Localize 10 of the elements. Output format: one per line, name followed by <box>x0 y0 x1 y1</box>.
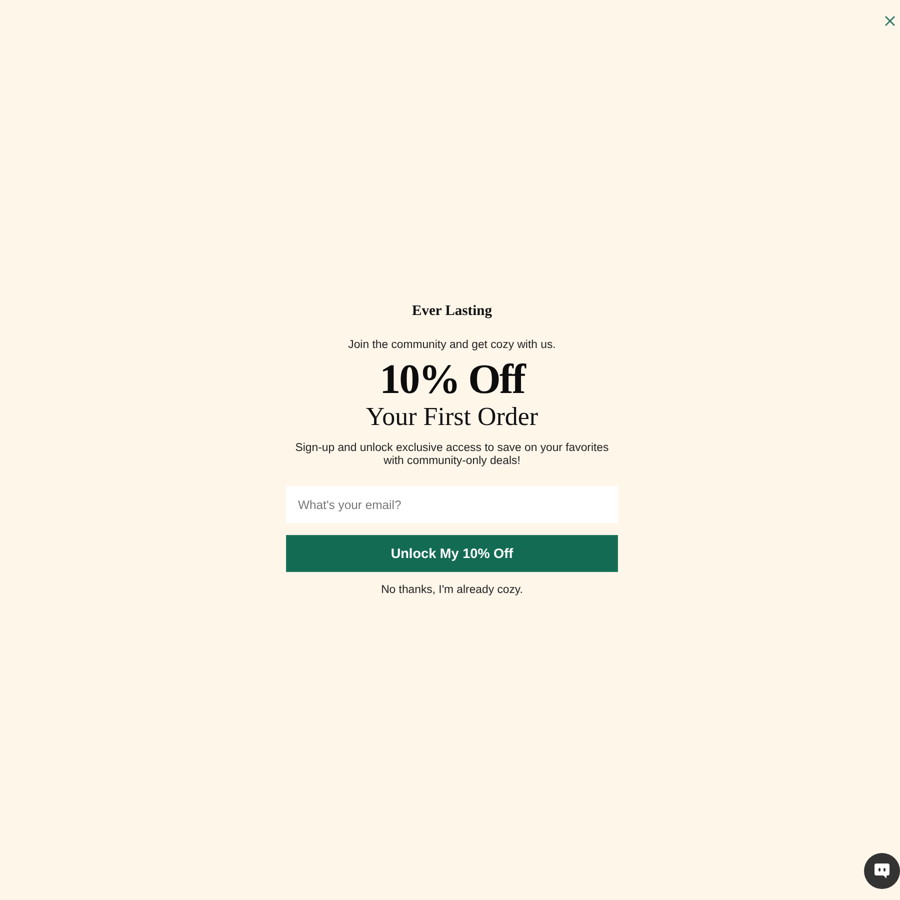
brand-logo: Ever Lasting <box>412 302 492 320</box>
email-field[interactable]: What's your email? <box>286 486 618 523</box>
close-icon <box>885 16 895 26</box>
headline: 10% Off <box>380 358 524 402</box>
chat-icon[interactable] <box>864 853 900 889</box>
tagline: Join the community and get cozy with us. <box>348 338 556 353</box>
subheadline: Your First Order <box>366 402 538 432</box>
decline-link[interactable]: No thanks, I'm already cozy. <box>381 582 523 598</box>
description: Sign-up and unlock exclusive access to save on your favorites with community-only deals! <box>294 442 610 468</box>
submit-button[interactable]: Unlock My 10% Off <box>286 535 618 572</box>
